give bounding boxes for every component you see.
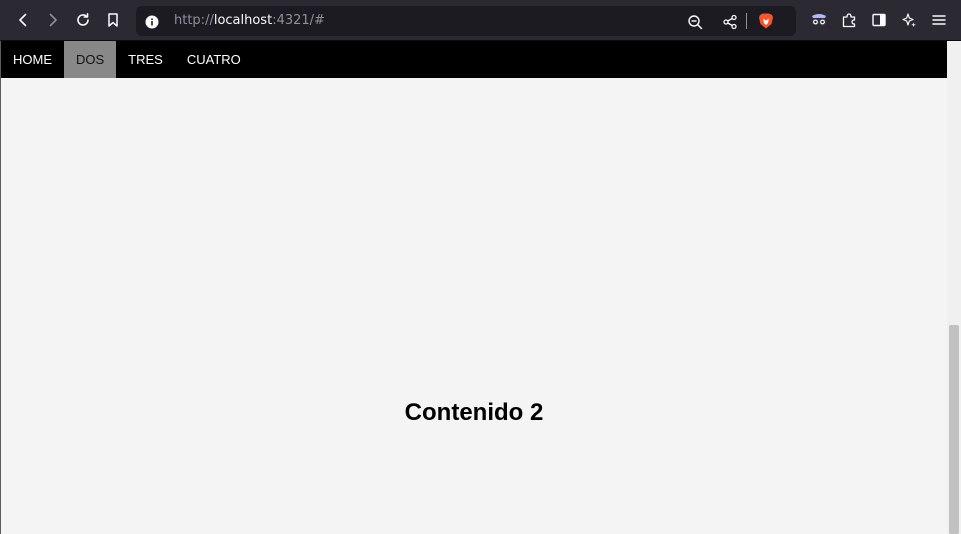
private-window-button[interactable] bbox=[805, 6, 833, 34]
puzzle-icon bbox=[842, 13, 856, 28]
zoom-out-icon[interactable] bbox=[687, 14, 703, 30]
browser-toolbar: http://localhost:4321/# bbox=[0, 0, 961, 41]
arrow-left-icon bbox=[19, 13, 27, 27]
bookmark-button[interactable] bbox=[99, 6, 127, 34]
bookmark-icon bbox=[108, 13, 118, 27]
url-host: localhost bbox=[213, 13, 273, 28]
nav-item-tres[interactable]: TRES bbox=[116, 41, 175, 78]
private-window-icon bbox=[811, 14, 827, 26]
info-icon[interactable] bbox=[144, 14, 160, 30]
nav-item-home[interactable]: HOME bbox=[1, 41, 64, 78]
back-button[interactable] bbox=[9, 6, 37, 34]
sidebar-button[interactable] bbox=[865, 6, 893, 34]
sparkle-icon bbox=[902, 13, 916, 27]
nav-item-cuatro[interactable]: CUATRO bbox=[175, 41, 253, 78]
reload-icon bbox=[77, 13, 89, 26]
url-divider bbox=[746, 13, 747, 29]
forward-button[interactable] bbox=[39, 6, 67, 34]
scrollbar[interactable] bbox=[947, 41, 961, 534]
hamburger-menu-icon bbox=[932, 15, 946, 25]
address-bar[interactable]: http://localhost:4321/# bbox=[136, 6, 796, 36]
page-viewport: HOME DOS TRES CUATRO Contenido 2 bbox=[0, 41, 961, 534]
sidebar-icon bbox=[872, 13, 886, 27]
brave-lion-icon[interactable] bbox=[757, 12, 775, 30]
url-path: :4321/# bbox=[272, 13, 325, 28]
content-heading: Contenido 2 bbox=[404, 399, 544, 426]
top-nav: HOME DOS TRES CUATRO bbox=[1, 41, 947, 78]
url-scheme: http:// bbox=[174, 13, 214, 28]
extensions-button[interactable] bbox=[835, 6, 863, 34]
share-icon[interactable] bbox=[722, 14, 738, 30]
arrow-right-icon bbox=[49, 13, 57, 27]
menu-button[interactable] bbox=[925, 6, 953, 34]
scrollbar-thumb[interactable] bbox=[949, 325, 959, 534]
url-text[interactable]: http://localhost:4321/# bbox=[174, 12, 325, 30]
reload-button[interactable] bbox=[69, 6, 97, 34]
leo-button[interactable] bbox=[895, 6, 923, 34]
nav-item-dos[interactable]: DOS bbox=[64, 41, 117, 78]
